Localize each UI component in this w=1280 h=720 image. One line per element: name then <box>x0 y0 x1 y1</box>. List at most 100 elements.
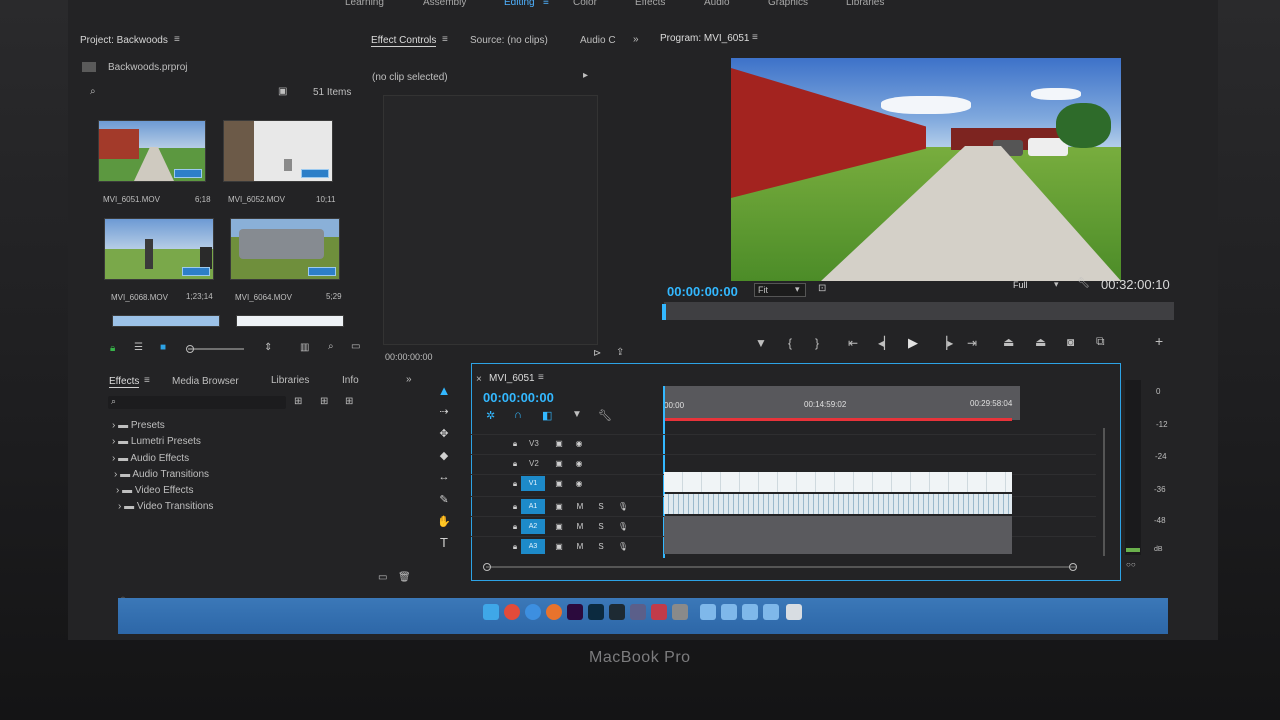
source-patch-a2[interactable]: A2 <box>521 519 545 534</box>
clip-thumbnail[interactable] <box>236 315 344 327</box>
ripple-edit-tool-icon[interactable]: ✥ <box>436 427 452 440</box>
slip-tool-icon[interactable]: ↔ <box>436 471 452 483</box>
mute-button[interactable]: M <box>574 542 586 552</box>
trash-icon[interactable]: 🗑︎ <box>398 572 411 583</box>
folder-lumetri-presets[interactable]: › ▬ Lumetri Presets <box>112 436 201 447</box>
premiere-icon[interactable] <box>567 604 583 620</box>
zoom-slider[interactable] <box>188 348 244 350</box>
folder-icon[interactable] <box>742 604 758 620</box>
photoshop-icon[interactable] <box>588 604 604 620</box>
panel-menu-icon[interactable]: ≡ <box>538 372 544 383</box>
eye-icon[interactable]: ◉ <box>573 439 585 449</box>
lock-icon[interactable]: 🔒︎ <box>509 459 521 469</box>
workspace-tab-audio[interactable]: Audio <box>704 0 730 8</box>
pen-tool-icon[interactable]: ✎ <box>436 493 452 506</box>
panel-menu-icon[interactable]: ≡ <box>144 375 150 386</box>
track-select-tool-icon[interactable]: ⇢ <box>436 405 452 418</box>
panel-menu-icon[interactable]: ≡ <box>752 32 758 43</box>
step-forward-icon[interactable]: ▕▸ <box>938 336 953 350</box>
zoom-slider-handle[interactable] <box>186 345 194 353</box>
more-panels-icon[interactable]: » <box>406 374 412 385</box>
trash-icon[interactable] <box>786 604 802 620</box>
panel-menu-icon[interactable]: ≡ <box>174 34 180 45</box>
tab-info[interactable]: Info <box>342 375 359 386</box>
toggle-sync-icon[interactable]: ▣ <box>553 542 565 552</box>
mute-button[interactable]: M <box>574 522 586 532</box>
lift-icon[interactable]: ⏏ <box>1003 335 1014 349</box>
folder-icon[interactable] <box>721 604 737 620</box>
search-icon[interactable]: ⌕ <box>90 86 96 97</box>
panel-menu-icon[interactable]: ≡ <box>442 34 448 45</box>
workspace-menu-icon[interactable]: ≡ <box>543 0 549 8</box>
source-patch-a1[interactable]: A1 <box>521 499 545 514</box>
tab-effect-controls[interactable]: Effect Controls <box>371 35 437 47</box>
camera-icon[interactable]: ◙ <box>1067 335 1074 349</box>
lock-icon[interactable]: 🔒︎ <box>509 542 521 552</box>
icon-view-icon[interactable]: ■ <box>160 342 166 353</box>
lock-icon[interactable]: 🔒︎ <box>509 479 521 489</box>
project-panel-title[interactable]: Project: Backwoods <box>80 35 168 46</box>
step-back-icon[interactable]: ◂▏ <box>878 336 893 350</box>
solo-button[interactable]: S <box>595 522 607 532</box>
program-scrubber[interactable] <box>664 302 1174 320</box>
lock-icon[interactable]: 🔒︎ <box>110 343 115 354</box>
filter-icon[interactable]: ⊳ <box>593 348 601 359</box>
workspace-tab-editing[interactable]: Editing <box>504 0 535 8</box>
work-area-bar[interactable] <box>664 418 1012 421</box>
microphone-icon[interactable]: 🎙︎ <box>617 502 629 512</box>
clip-thumbnail[interactable] <box>223 120 333 182</box>
clip-thumbnail[interactable] <box>98 120 206 182</box>
add-marker-icon[interactable]: ▼ <box>755 336 767 350</box>
add-button-icon[interactable]: + <box>1155 333 1163 349</box>
microphone-icon[interactable]: 🎙︎ <box>617 542 629 552</box>
close-icon[interactable]: × <box>476 374 482 385</box>
program-playhead[interactable] <box>662 304 666 320</box>
clip-thumbnail[interactable] <box>230 218 340 280</box>
toggle-sync-icon[interactable]: ▣ <box>553 502 565 512</box>
workspace-tab-libraries[interactable]: Libraries <box>846 0 884 8</box>
app-icon[interactable] <box>651 604 667 620</box>
toggle-sync-icon[interactable]: ▣ <box>553 439 565 449</box>
find-icon[interactable]: ⌕ <box>328 341 334 352</box>
new-bin-icon[interactable]: ▭ <box>378 572 387 583</box>
chrome-icon[interactable] <box>504 604 520 620</box>
firefox-icon[interactable] <box>546 604 562 620</box>
play-icon[interactable]: ▶ <box>908 335 918 351</box>
folder-icon[interactable] <box>700 604 716 620</box>
add-marker-icon[interactable]: ▼ <box>572 409 582 420</box>
tab-effects[interactable]: Effects <box>109 376 140 388</box>
solo-button[interactable]: S <box>595 502 607 512</box>
toggle-sync-icon[interactable]: ▣ <box>553 459 565 469</box>
accelerated-effects-icon[interactable]: ⊞ <box>294 396 302 407</box>
workspace-tab-assembly[interactable]: Assembly <box>423 0 466 8</box>
safari-icon[interactable] <box>525 604 541 620</box>
lock-icon[interactable]: 🔒︎ <box>509 502 521 512</box>
folder-audio-effects[interactable]: › ▬ Audio Effects <box>112 453 189 464</box>
automate-icon[interactable]: ▥ <box>300 342 309 353</box>
sort-icon[interactable]: ⇕ <box>264 342 272 353</box>
32-bit-effects-icon[interactable]: ⊞ <box>320 396 328 407</box>
toggle-sync-icon[interactable]: ▣ <box>553 522 565 532</box>
yuv-effects-icon[interactable]: ⊞ <box>345 396 353 407</box>
wrench-icon[interactable]: 🔧︎ <box>1077 278 1090 289</box>
mute-button[interactable]: M <box>574 502 586 512</box>
folder-video-transitions[interactable]: › ▬ Video Transitions <box>118 501 213 512</box>
tab-media-browser[interactable]: Media Browser <box>172 376 239 387</box>
program-monitor-title[interactable]: Program: MVI_6051 <box>660 33 750 44</box>
folder-audio-transitions[interactable]: › ▬ Audio Transitions <box>114 469 209 480</box>
compare-icon[interactable]: ⧉ <box>1096 334 1105 349</box>
timeline-timecode[interactable]: 00:00:00:00 <box>483 390 554 405</box>
eye-icon[interactable]: ◉ <box>573 459 585 469</box>
source-patch-a3[interactable]: A3 <box>521 539 545 554</box>
nest-icon[interactable]: ✲ <box>486 409 495 422</box>
lock-icon[interactable]: 🔒︎ <box>509 522 521 532</box>
scrollbar-handle[interactable] <box>483 563 491 571</box>
audio-clip-a1[interactable] <box>664 494 1012 514</box>
snap-icon[interactable]: ∩ <box>514 409 522 421</box>
type-tool-icon[interactable]: T <box>436 535 452 550</box>
app-icon[interactable] <box>630 604 646 620</box>
disclosure-triangle-icon[interactable]: ▸ <box>583 70 588 81</box>
workspace-tab-graphics[interactable]: Graphics <box>768 0 808 8</box>
workspace-tab-color[interactable]: Color <box>573 0 597 8</box>
zoom-dropdown[interactable]: Fit ▾ <box>754 283 806 297</box>
